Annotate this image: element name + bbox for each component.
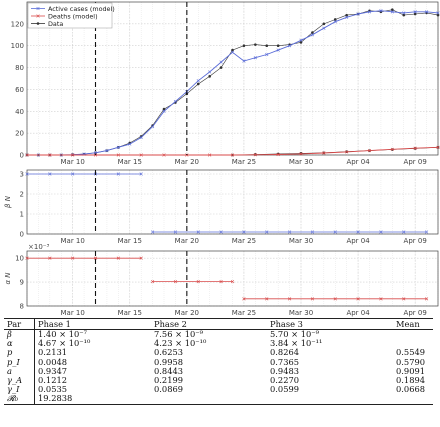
x-tick-label: Mar 20 (175, 158, 199, 166)
header-phase-2: Phase 2 (151, 318, 267, 330)
table-row: α 4.67 × 10⁻¹⁰ 4.23 × 10⁻¹⁰ 3.84 × 10⁻¹¹ (4, 338, 433, 349)
table-row: γ_A 0.1212 0.2199 0.2270 0.1894 (4, 375, 433, 386)
param-value: 0.0599 (270, 384, 300, 395)
x-tick-label: Mar 20 (175, 237, 199, 245)
y-tick-label: 10 (15, 255, 24, 263)
param-value (267, 394, 393, 405)
x-tick-label: Mar 25 (232, 158, 256, 166)
figure: Mar 10 Mar 15 Mar 20 Mar 25 Mar 30 Apr 04 Apr … (4, 1, 440, 317)
data-active-point (322, 22, 326, 26)
x-tick-label: Mar 10 (60, 158, 84, 166)
y-tick-label: 8 (20, 303, 24, 311)
data-active-point (254, 43, 257, 46)
y-tick-label: 120 (11, 20, 24, 28)
param-name: 𝓡₀ (4, 394, 35, 405)
y-tick-label: 3 (20, 171, 24, 179)
x-tick-label: Mar 10 (60, 237, 84, 245)
x-tick-label: Mar 15 (118, 309, 142, 317)
header-mean: Mean (393, 318, 433, 330)
table-row: a 0.9347 0.8443 0.9483 0.9091 (4, 366, 433, 377)
x-tick-label: Apr 04 (346, 237, 370, 245)
data-active-point (219, 66, 223, 69)
y-tick-label: 0 (20, 231, 24, 239)
header-phase-1: Phase 1 (34, 318, 151, 330)
y-tick-label: 2 (20, 191, 24, 199)
y-axis-exponent: ×10⁻³ (28, 243, 49, 251)
x-tick-label: Mar 30 (289, 237, 313, 245)
y-tick-label: 1 (20, 211, 24, 219)
data-active-point (265, 44, 269, 48)
y-tick-label: 20 (15, 130, 24, 138)
y-tick-label: 0 (20, 152, 24, 160)
parameter-table-wrapper: Par Phase 1 Phase 2 Phase 3 Mean β 1.40 ×… (0, 318, 440, 405)
x-tick-label: Mar 15 (118, 158, 142, 166)
panel-beta: Mar 10 Mar 15 Mar 20 Mar 25 Mar 30 Apr 04 Apr … (4, 169, 439, 245)
panel-alpha: Mar 10 Mar 15 Mar 20 Mar 25 Mar 30 Apr 04 Apr … (4, 243, 439, 317)
x-tick-label: Apr 04 (346, 158, 370, 166)
y-tick-label: 40 (15, 108, 24, 116)
y-tick-label: 60 (15, 86, 24, 94)
param-value: 19.2838 (34, 394, 151, 405)
y-tick-label: 9 (20, 279, 24, 287)
header-par: Par (4, 318, 35, 330)
x-tick-label: Mar 20 (175, 309, 199, 317)
x-tick-label: Mar 15 (118, 237, 142, 245)
y-axis-label-beta: β N (4, 195, 12, 208)
param-value: 0.0668 (396, 384, 426, 395)
data-active-point (208, 75, 211, 78)
y-axis-label-alpha: α N (4, 272, 12, 285)
param-value (393, 330, 433, 340)
data-active-point (242, 44, 246, 48)
x-tick-label: Apr 04 (346, 309, 370, 317)
data-active-point (276, 44, 280, 48)
x-tick-label: Mar 25 (232, 237, 256, 245)
param-value: 0.0869 (154, 384, 184, 395)
param-value (393, 394, 433, 405)
x-tick-label: Mar 25 (232, 309, 256, 317)
x-tick-label: Apr 09 (404, 237, 427, 245)
table-row: p_I 0.0048 0.9958 0.7365 0.5790 (4, 357, 433, 367)
parameter-table-header: Par Phase 1 Phase 2 Phase 3 Mean (4, 318, 433, 330)
y-tick-label: 80 (15, 64, 24, 72)
parameter-table: Par Phase 1 Phase 2 Phase 3 Mean β 1.40 ×… (4, 318, 433, 405)
table-row: 𝓡₀ 19.2838 (4, 394, 433, 405)
x-tick-label: Mar 30 (289, 309, 313, 317)
legend-marker (36, 22, 40, 25)
legend: Active cases (model)Deaths (model)Data (27, 2, 115, 29)
data-active-point (196, 82, 200, 86)
param-value (151, 394, 267, 405)
x-tick-label: Apr 09 (404, 158, 427, 166)
table-row: p 0.2131 0.6253 0.8264 0.5549 (4, 348, 433, 358)
x-tick-label: Mar 30 (289, 158, 313, 166)
y-tick-label: 100 (11, 42, 24, 50)
legend-label: Data (48, 20, 63, 28)
header-phase-3: Phase 3 (267, 318, 393, 330)
panel-active-cases: Mar 10 Mar 15 Mar 20 Mar 25 Mar 30 Apr 04 Apr … (11, 1, 440, 166)
x-tick-label: Mar 10 (60, 309, 84, 317)
x-tick-label: Apr 09 (404, 309, 427, 317)
